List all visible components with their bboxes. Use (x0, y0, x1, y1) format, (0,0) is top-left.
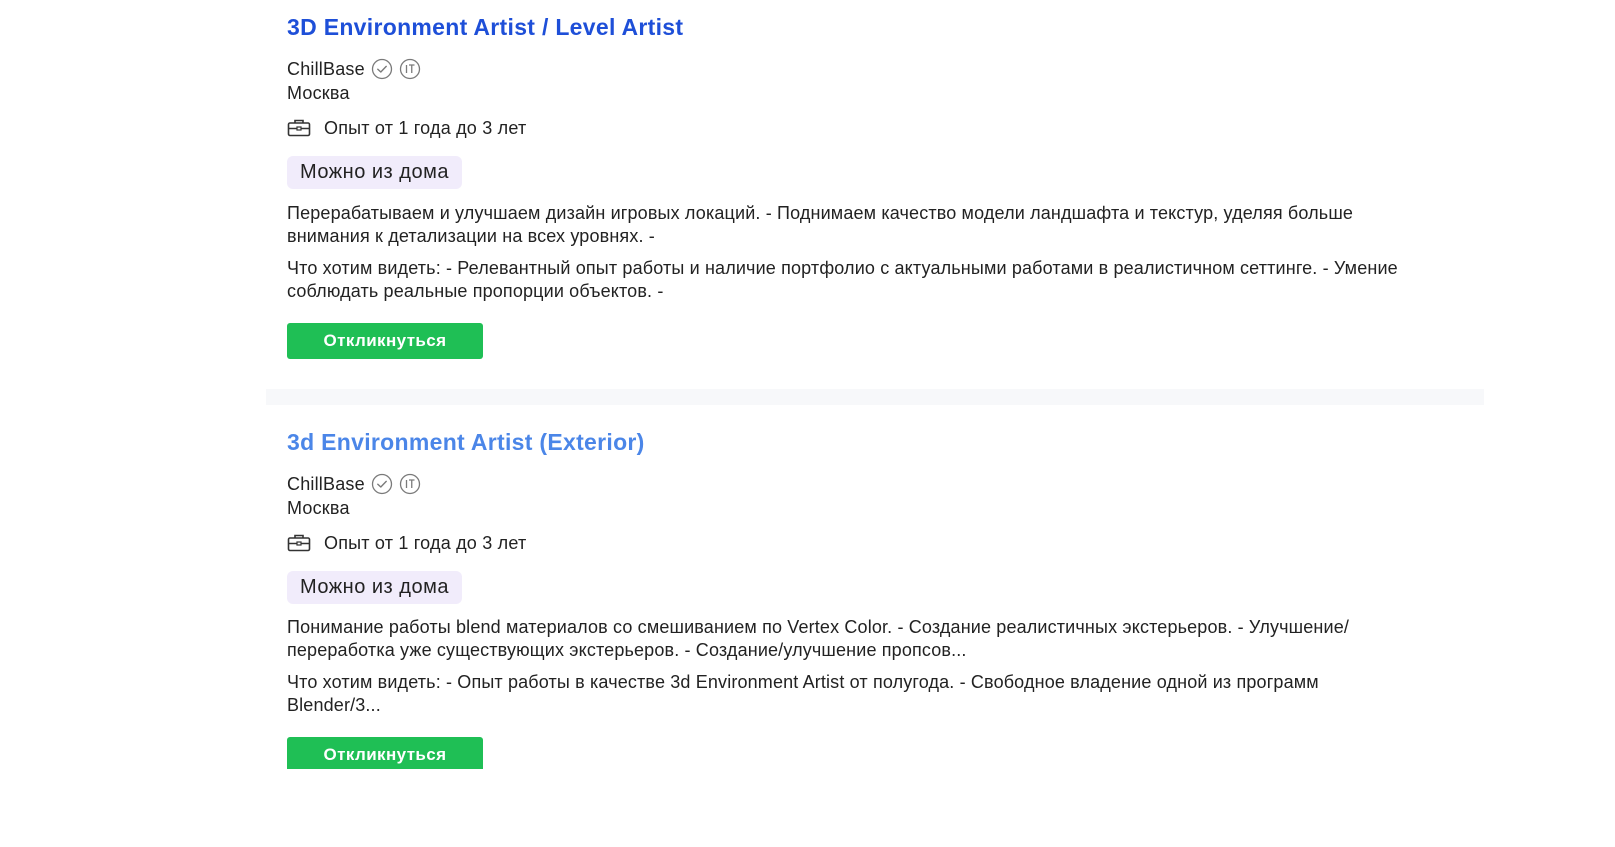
briefcase-icon (287, 534, 311, 552)
company-name-link[interactable]: ChillBase (287, 474, 365, 495)
vacancy-city: Москва (287, 498, 350, 518)
company-row: ChillBase (287, 473, 1447, 495)
remote-tag: Можно из дома (287, 571, 462, 604)
experience-text: Опыт от 1 года до 3 лет (324, 532, 527, 553)
company-name-link[interactable]: ChillBase (287, 59, 365, 80)
vacancy-city: Москва (287, 83, 350, 103)
vacancy-divider (266, 389, 1484, 405)
vacancy-responsibilities: Перерабатываем и улучшаем дизайн игровых… (287, 203, 1354, 246)
vacancy-card: 3d Environment Artist (Exterior) ChillBa… (287, 425, 1447, 769)
check-circle-icon (371, 473, 393, 495)
remote-tag: Можно из дома (287, 156, 462, 189)
vacancy-requirements: Что хотим видеть: - Опыт работы в качест… (287, 672, 1319, 715)
check-circle-icon (371, 58, 393, 80)
vacancy-title-link[interactable]: 3D Environment Artist / Level Artist (287, 10, 683, 44)
apply-button[interactable]: Откликнуться (287, 737, 483, 769)
it-badge-icon (399, 58, 421, 80)
it-badge-icon (399, 473, 421, 495)
briefcase-icon (287, 119, 311, 137)
experience-row: Опыт от 1 года до 3 лет (287, 532, 1447, 554)
vacancy-requirements: Что хотим видеть: - Релевантный опыт раб… (287, 258, 1398, 301)
experience-row: Опыт от 1 года до 3 лет (287, 117, 1447, 139)
company-row: ChillBase (287, 58, 1447, 80)
vacancy-title-link[interactable]: 3d Environment Artist (Exterior) (287, 425, 645, 459)
experience-text: Опыт от 1 года до 3 лет (324, 117, 527, 138)
vacancy-card: 3D Environment Artist / Level Artist Chi… (287, 10, 1447, 359)
vacancy-responsibilities: Понимание работы blend материалов со сме… (287, 617, 1350, 660)
apply-button[interactable]: Откликнуться (287, 323, 483, 359)
